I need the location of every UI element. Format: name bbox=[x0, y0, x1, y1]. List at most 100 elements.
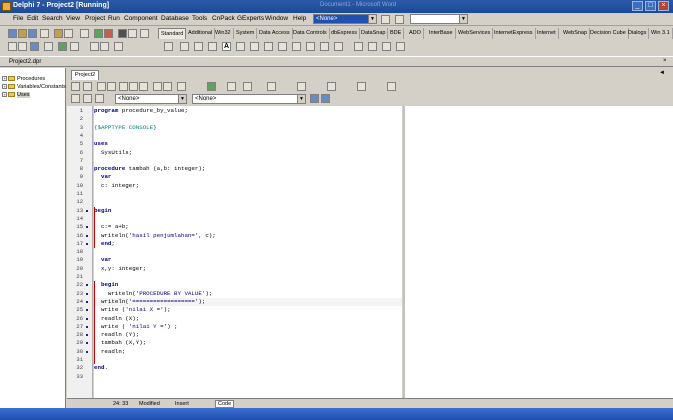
desktop-combo[interactable]: <None> ▼ bbox=[313, 14, 377, 24]
menu-search[interactable]: Search bbox=[42, 15, 63, 22]
indent-icon[interactable] bbox=[297, 82, 306, 91]
new-form-icon[interactable] bbox=[44, 42, 53, 51]
run-icon[interactable] bbox=[207, 82, 216, 91]
nav-forward-icon[interactable] bbox=[83, 94, 92, 103]
stop-icon[interactable] bbox=[114, 42, 123, 51]
toggle-unit-icon[interactable] bbox=[71, 82, 80, 91]
tree-item-uses[interactable]: + Uses bbox=[2, 92, 30, 98]
view-unit-icon[interactable] bbox=[8, 42, 17, 51]
palette-tab-win32[interactable]: Win32 bbox=[213, 28, 234, 39]
breakpoint-dot-icon[interactable] bbox=[86, 226, 88, 229]
menu-edit[interactable]: Edit bbox=[27, 15, 38, 22]
tree-item-variables[interactable]: + Variables/Constants bbox=[2, 84, 66, 90]
close-icon[interactable]: × bbox=[658, 1, 669, 11]
breakpoint-dot-icon[interactable] bbox=[86, 317, 88, 320]
save-all-icon[interactable] bbox=[40, 29, 49, 38]
palette-tab-additional[interactable]: Additional bbox=[186, 28, 216, 39]
palette-tab-internetexpress[interactable]: InternetExpress bbox=[492, 28, 536, 39]
listbox-icon[interactable] bbox=[306, 42, 315, 51]
class-selector[interactable]: <None> ▼ bbox=[115, 94, 187, 104]
open-icon[interactable] bbox=[97, 82, 106, 91]
copy-icon[interactable] bbox=[129, 82, 138, 91]
close-icon[interactable]: × bbox=[663, 58, 667, 64]
find-icon[interactable] bbox=[177, 82, 186, 91]
pause-icon[interactable] bbox=[70, 42, 79, 51]
popup-menu-icon[interactable] bbox=[208, 42, 217, 51]
trace-icon[interactable] bbox=[118, 29, 127, 38]
palette-tab-datasnap[interactable]: DataSnap bbox=[359, 28, 389, 39]
tree-item-procedures[interactable]: + Procedures bbox=[2, 76, 45, 82]
breakpoint-dot-icon[interactable] bbox=[86, 300, 88, 303]
menu-gexperts[interactable]: GExperts bbox=[237, 15, 264, 22]
palette-tab-decision-cube[interactable]: Decision Cube bbox=[588, 28, 629, 39]
tab-code[interactable]: Code bbox=[215, 400, 235, 408]
memo-icon[interactable] bbox=[250, 42, 259, 51]
tab-project2[interactable]: Project2 bbox=[71, 70, 100, 80]
comment-icon[interactable] bbox=[327, 82, 336, 91]
breakpoint-icon[interactable] bbox=[243, 82, 252, 91]
menu-file[interactable]: File bbox=[13, 15, 23, 22]
remove-file-icon[interactable] bbox=[80, 29, 89, 38]
code-area[interactable]: program procedure_by_value; {$APPTYPE CON… bbox=[94, 106, 402, 398]
menu-run[interactable]: Run bbox=[108, 15, 120, 22]
maximize-icon[interactable]: □ bbox=[645, 1, 656, 11]
toggle-form-icon[interactable] bbox=[30, 42, 39, 51]
save-icon[interactable] bbox=[107, 82, 116, 91]
paste-icon[interactable] bbox=[139, 82, 148, 91]
palette-tab-websnap[interactable]: WebSnap bbox=[561, 28, 591, 39]
menu-cnpack[interactable]: CnPack bbox=[212, 15, 235, 22]
help-icon[interactable] bbox=[387, 82, 396, 91]
groupbox-icon[interactable] bbox=[354, 42, 363, 51]
trace-into-icon[interactable] bbox=[90, 42, 99, 51]
save-icon[interactable] bbox=[28, 29, 37, 38]
palette-tab-dialogs[interactable]: Dialogs bbox=[626, 28, 650, 39]
menu-tools[interactable]: Tools bbox=[192, 15, 207, 22]
minimize-icon[interactable]: _ bbox=[632, 1, 643, 11]
palette-tab-dbexpress[interactable]: dbExpress bbox=[329, 28, 360, 39]
step-over-icon[interactable] bbox=[100, 42, 109, 51]
radiobutton-icon[interactable] bbox=[292, 42, 301, 51]
palette-tab-standard[interactable]: Standard bbox=[158, 28, 187, 39]
toggle-form-icon[interactable] bbox=[83, 82, 92, 91]
step-icon[interactable] bbox=[227, 82, 236, 91]
breakpoint-dot-icon[interactable] bbox=[86, 234, 88, 237]
breakpoint-dot-icon[interactable] bbox=[86, 325, 88, 328]
chevron-left-icon[interactable]: ◄ bbox=[659, 70, 665, 76]
breakpoint-dot-icon[interactable] bbox=[86, 334, 88, 337]
menu-database[interactable]: Database bbox=[161, 15, 189, 22]
combobox-icon[interactable] bbox=[320, 42, 329, 51]
bookmark-icon[interactable] bbox=[267, 82, 276, 91]
step-icon[interactable] bbox=[128, 29, 137, 38]
main-menu-icon[interactable] bbox=[194, 42, 203, 51]
open-icon[interactable] bbox=[18, 29, 27, 38]
cut-icon[interactable] bbox=[119, 82, 128, 91]
breakpoint-dot-icon[interactable] bbox=[86, 350, 88, 353]
debug-desktop-combo[interactable]: ▼ bbox=[410, 14, 468, 24]
expand-icon[interactable]: + bbox=[2, 92, 7, 98]
breakpoint-dot-icon[interactable] bbox=[86, 292, 88, 295]
breakpoint-dot-icon[interactable] bbox=[86, 342, 88, 345]
menu-component[interactable]: Component bbox=[124, 15, 158, 22]
folder-icon[interactable] bbox=[54, 29, 63, 38]
format-icon[interactable] bbox=[357, 82, 366, 91]
nav-list-icon[interactable] bbox=[95, 94, 104, 103]
palette-tab-interbase[interactable]: InterBase bbox=[427, 28, 456, 39]
menu-project[interactable]: Project bbox=[85, 15, 105, 22]
palette-tab-data-access[interactable]: Data Access bbox=[257, 28, 293, 39]
expand-icon[interactable]: + bbox=[2, 84, 7, 90]
menu-window[interactable]: Window bbox=[265, 15, 288, 22]
list-icon[interactable] bbox=[321, 94, 330, 103]
save-desktop-icon[interactable] bbox=[381, 15, 390, 24]
add-file-icon[interactable] bbox=[64, 29, 73, 38]
run-icon[interactable] bbox=[94, 29, 103, 38]
run-icon[interactable] bbox=[58, 42, 67, 51]
button-icon[interactable] bbox=[264, 42, 273, 51]
palette-tab-ado[interactable]: ADO bbox=[407, 28, 424, 39]
menu-view[interactable]: View bbox=[66, 15, 80, 22]
undo-icon[interactable] bbox=[153, 82, 162, 91]
palette-tab-system[interactable]: System bbox=[234, 28, 258, 39]
sync-icon[interactable] bbox=[310, 94, 319, 103]
checkbox-icon[interactable] bbox=[278, 42, 287, 51]
method-selector[interactable]: <None> ▼ bbox=[192, 94, 306, 104]
breakpoint-dot-icon[interactable] bbox=[86, 242, 88, 245]
